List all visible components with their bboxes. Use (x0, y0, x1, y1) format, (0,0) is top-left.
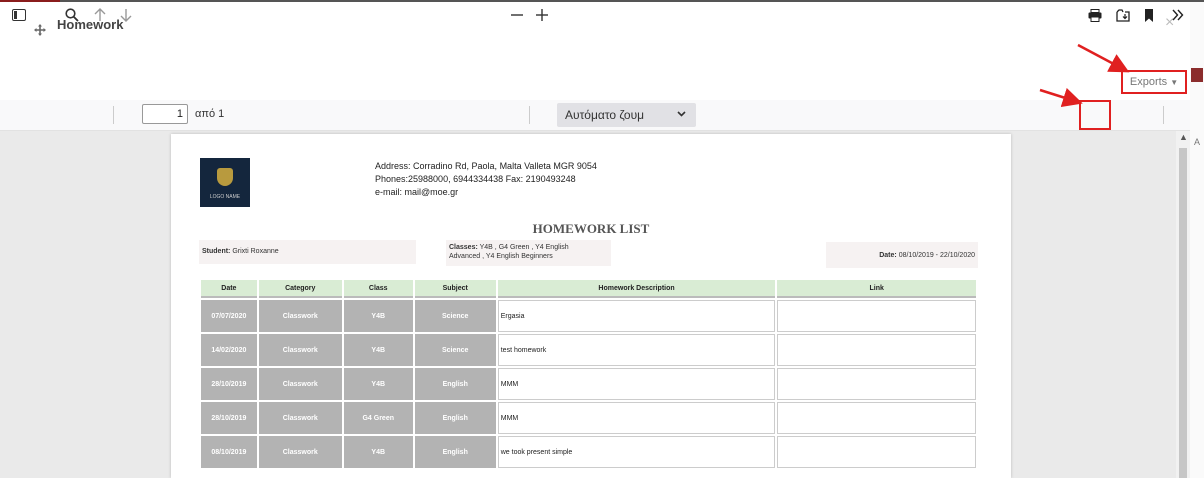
cell-subject: Science (414, 334, 496, 366)
cell-description: test homework (497, 334, 776, 366)
cell-subject: English (414, 402, 496, 434)
column-header-description: Homework Description (497, 280, 776, 298)
classes-value-2: Advanced , Y4 English Beginners (449, 253, 553, 260)
column-header-date: Date (201, 280, 257, 298)
scrollbar-thumb[interactable] (1179, 148, 1187, 478)
table-row: 28/10/2019 Classwork G4 Green English MM… (201, 402, 976, 434)
cell-class: Y4B (343, 368, 413, 400)
background-accent (1191, 68, 1203, 82)
cell-description: MMM (497, 368, 776, 400)
page-number-input[interactable]: 1 (142, 104, 188, 124)
background-glyph: A (1194, 137, 1201, 147)
toolbar-separator (529, 106, 530, 124)
move-icon[interactable] (34, 24, 46, 36)
cell-date: 28/10/2019 (201, 368, 257, 400)
homework-table: Date Category Class Subject Homework Des… (199, 278, 978, 470)
cell-category: Classwork (258, 436, 342, 468)
cell-date: 14/02/2020 (201, 334, 257, 366)
homework-list-title-text: HOMEWORK LIST (532, 221, 650, 236)
cell-link (777, 334, 976, 366)
table-row: 28/10/2019 Classwork Y4B English MMM (201, 368, 976, 400)
date-label: Date: (879, 252, 897, 259)
crest-icon (217, 168, 233, 186)
caret-down-icon: ▼ (1170, 77, 1179, 87)
date-value: 08/10/2019 - 22/10/2020 (898, 252, 975, 259)
cell-link (777, 300, 976, 332)
cell-class: Y4B (343, 300, 413, 332)
background-page-strip: A (1190, 2, 1204, 478)
cell-subject: English (414, 368, 496, 400)
exports-dropdown[interactable]: Exports ▼ (1121, 70, 1187, 94)
cell-category: Classwork (258, 300, 342, 332)
cell-class: Y4B (343, 436, 413, 468)
cell-class: G4 Green (343, 402, 413, 434)
exports-label: Exports (1129, 76, 1168, 88)
zoom-in-icon[interactable] (533, 0, 551, 30)
sidebar-toggle-icon[interactable] (8, 0, 30, 30)
phones-line: Phones:25988000, 6944334438 Fax: 2190493… (375, 174, 576, 184)
student-value: Grixti Roxanne (232, 248, 279, 255)
cell-category: Classwork (258, 334, 342, 366)
toolbar-separator (113, 106, 114, 124)
cell-date: 07/07/2020 (201, 300, 257, 332)
download-icon[interactable] (1113, 0, 1133, 30)
cell-subject: English (414, 436, 496, 468)
student-label: Student: (202, 248, 231, 255)
previous-page-icon[interactable] (90, 0, 110, 30)
next-page-icon[interactable] (116, 0, 136, 30)
zoom-select[interactable]: Αυτόματο ζουμ (557, 103, 696, 127)
student-info: Student: Grixti Roxanne (199, 240, 416, 264)
cell-class: Y4B (343, 334, 413, 366)
table-row: 07/07/2020 Classwork Y4B Science Ergasia (201, 300, 976, 332)
classes-value-1: Y4B , G4 Green , Y4 English (479, 244, 569, 251)
cell-date: 08/10/2019 (201, 436, 257, 468)
search-icon[interactable] (62, 0, 82, 30)
chevron-down-icon (677, 109, 686, 120)
cell-category: Classwork (258, 368, 342, 400)
school-contact: Address: Corradino Rd, Paola, Malta Vall… (375, 160, 597, 199)
cell-date: 28/10/2019 (201, 402, 257, 434)
classes-label: Classes: (449, 244, 478, 251)
date-info: Date: 08/10/2019 - 22/10/2020 (826, 242, 978, 268)
email-line: e-mail: mail@moe.gr (375, 187, 459, 197)
page-count-label: από 1 (195, 108, 225, 120)
column-header-link: Link (777, 280, 976, 298)
cell-description: MMM (497, 402, 776, 434)
table-row: 14/02/2020 Classwork Y4B Science test ho… (201, 334, 976, 366)
column-header-class: Class (343, 280, 413, 298)
scroll-up-icon[interactable]: ▲ (1179, 132, 1188, 142)
logo-text: LOGO NAME (209, 194, 241, 200)
column-header-subject: Subject (414, 280, 496, 298)
cell-link (777, 436, 976, 468)
school-logo: LOGO NAME (200, 158, 250, 207)
cell-category: Classwork (258, 402, 342, 434)
column-header-category: Category (258, 280, 342, 298)
cell-link (777, 402, 976, 434)
bookmark-icon[interactable] (1140, 0, 1158, 30)
pdf-page: LOGO NAME Address: Corradino Rd, Paola, … (171, 134, 1011, 478)
homework-list-title: HOMEWORK LIST (171, 221, 1011, 237)
print-icon[interactable] (1085, 0, 1105, 30)
cell-subject: Science (414, 300, 496, 332)
classes-info: Classes: Y4B , G4 Green , Y4 English Adv… (446, 240, 611, 266)
cell-description: we took present simple (497, 436, 776, 468)
toolbar-separator (1163, 106, 1164, 124)
zoom-select-value: Αυτόματο ζουμ (565, 108, 645, 122)
address-line: Address: Corradino Rd, Paola, Malta Vall… (375, 161, 597, 171)
cell-description: Ergasia (497, 300, 776, 332)
table-header-row: Date Category Class Subject Homework Des… (201, 280, 976, 298)
zoom-out-icon[interactable] (508, 0, 526, 30)
table-row: 08/10/2019 Classwork Y4B English we took… (201, 436, 976, 468)
double-chevron-right-icon[interactable] (1168, 0, 1188, 30)
cell-link (777, 368, 976, 400)
print-highlight-box (1079, 100, 1111, 130)
